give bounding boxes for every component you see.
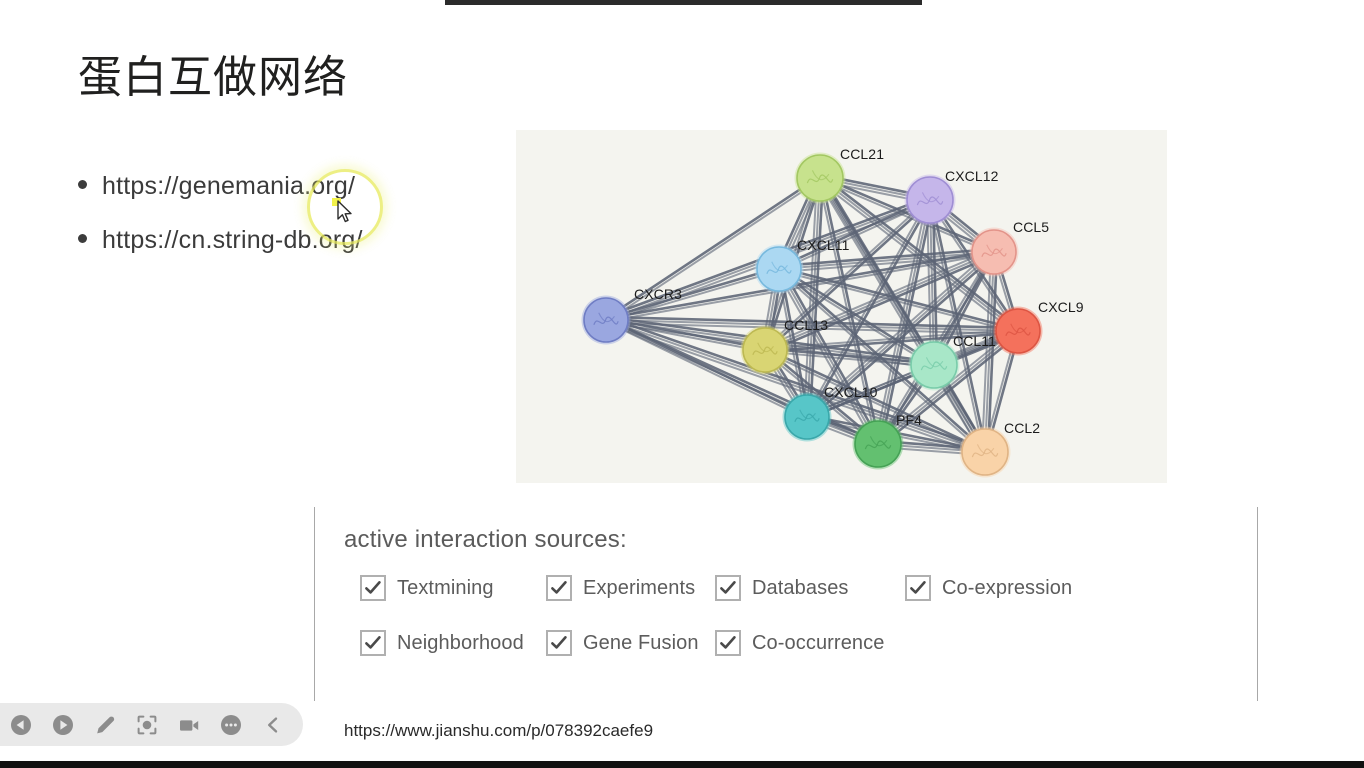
checkbox-label: Neighborhood (397, 631, 524, 654)
check-icon (365, 636, 381, 649)
node-label-cxcl11: CXCL11 (797, 237, 850, 253)
previous-slide-button[interactable] (0, 703, 42, 746)
bullet-dot-icon (78, 180, 87, 189)
checkbox-label: Experiments (583, 576, 696, 599)
checkbox-neighborhood[interactable]: Neighborhood (360, 630, 524, 656)
checkbox-databases[interactable]: Databases (715, 575, 849, 601)
node-label-pf4: PF4 (896, 412, 922, 428)
pen-icon (97, 716, 115, 733)
check-icon (720, 581, 736, 594)
network-edge (944, 384, 975, 433)
node-label-ccl5: CCL5 (1013, 219, 1050, 235)
checkbox-box[interactable] (360, 630, 386, 656)
network-node[interactable] (993, 306, 1043, 356)
bullet-dot-icon (78, 234, 87, 243)
checkbox-label: Databases (752, 576, 849, 599)
page-title: 蛋白互做网络 (78, 53, 348, 102)
network-node[interactable] (908, 339, 960, 391)
check-icon (720, 636, 736, 649)
presentation-toolbar (0, 703, 303, 746)
checkbox-experiments[interactable]: Experiments (546, 575, 695, 601)
network-edge (841, 184, 908, 200)
panel-divider-left (314, 507, 315, 701)
checkbox-textmining[interactable]: Textmining (360, 575, 494, 601)
node-label-cxcl9: CXCL9 (1038, 299, 1084, 315)
checkbox-box[interactable] (715, 575, 741, 601)
active-interaction-sources-panel: active interaction sources: Textmining Ex… (314, 507, 1258, 701)
panel-divider-right (1257, 507, 1258, 701)
node-label-cxcl12: CXCL12 (945, 168, 999, 184)
checkbox-label: Co-occurrence (752, 631, 885, 654)
collapse-toolbar-button[interactable] (252, 703, 294, 746)
source-url-text: https://www.jianshu.com/p/078392caefe9 (344, 721, 654, 740)
spotlight-icon (137, 715, 157, 734)
bottom-letterbox-strip (0, 761, 1364, 768)
checkbox-label: Co-expression (942, 576, 1073, 599)
check-icon (551, 581, 567, 594)
check-icon (551, 636, 567, 649)
sources-panel-title: active interaction sources: (344, 526, 627, 553)
network-node[interactable] (794, 152, 846, 204)
next-icon (53, 714, 73, 735)
more-dots-icon (221, 714, 241, 735)
network-node[interactable] (959, 426, 1011, 478)
checkbox-box[interactable] (715, 630, 741, 656)
checkbox-co-expression[interactable]: Co-expression (905, 575, 1072, 601)
checkbox-box[interactable] (546, 630, 572, 656)
list-item-label[interactable]: https://genemania.org/ (102, 172, 355, 201)
list-item: https://genemania.org/ (78, 172, 498, 226)
checkbox-box[interactable] (360, 575, 386, 601)
slide-viewer-screen: 蛋白互做网络 https://genemania.org/ https://cn… (0, 0, 1364, 768)
list-item: https://cn.string-db.org/ (78, 226, 498, 280)
checkbox-box[interactable] (905, 575, 931, 601)
checkbox-gene-fusion[interactable]: Gene Fusion (546, 630, 699, 656)
next-slide-button[interactable] (42, 703, 84, 746)
checkbox-label: Textmining (397, 576, 494, 599)
more-options-button[interactable] (210, 703, 252, 746)
node-label-ccl2: CCL2 (1004, 420, 1041, 436)
top-progress-bar (445, 0, 922, 5)
network-node[interactable] (740, 325, 790, 375)
node-label-ccl13: CCL13 (784, 317, 829, 333)
node-label-ccl11: CCL11 (953, 333, 997, 349)
list-item-label[interactable]: https://cn.string-db.org/ (102, 226, 363, 255)
node-label-cxcl10: CXCL10 (824, 384, 878, 400)
checkbox-co-occurrence[interactable]: Co-occurrence (715, 630, 884, 656)
previous-icon (11, 714, 31, 735)
check-icon (365, 581, 381, 594)
protein-network-image: CXCR3 CXCL11 CCL21 CXCL12 CCL5 CXCL9 CCL13 CCL1… (516, 130, 1167, 483)
checkbox-box[interactable] (546, 575, 572, 601)
video-camera-icon (180, 719, 199, 731)
node-label-ccl21: CCL21 (840, 146, 885, 162)
network-node[interactable] (581, 295, 631, 345)
record-button[interactable] (168, 703, 210, 746)
spotlight-button[interactable] (126, 703, 168, 746)
pen-tool-button[interactable] (84, 703, 126, 746)
bullet-list: https://genemania.org/ https://cn.string… (78, 172, 498, 280)
checkbox-label: Gene Fusion (583, 631, 699, 654)
network-node[interactable] (969, 227, 1019, 277)
check-icon (910, 581, 926, 594)
node-label-cxcr3: CXCR3 (634, 286, 682, 302)
chevron-left-icon (268, 716, 278, 733)
network-edge (991, 352, 1015, 431)
